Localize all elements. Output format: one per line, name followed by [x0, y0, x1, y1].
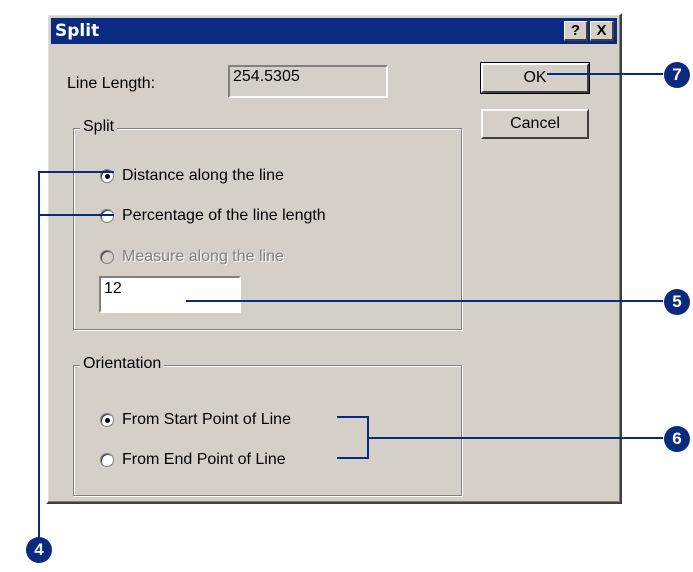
callout-lines [38, 73, 663, 540]
callout-badge-6: 6 [664, 426, 690, 452]
callout-badge-7: 7 [664, 62, 690, 88]
callout-badge-5: 5 [664, 289, 690, 315]
callout-badge-4: 4 [26, 537, 52, 563]
